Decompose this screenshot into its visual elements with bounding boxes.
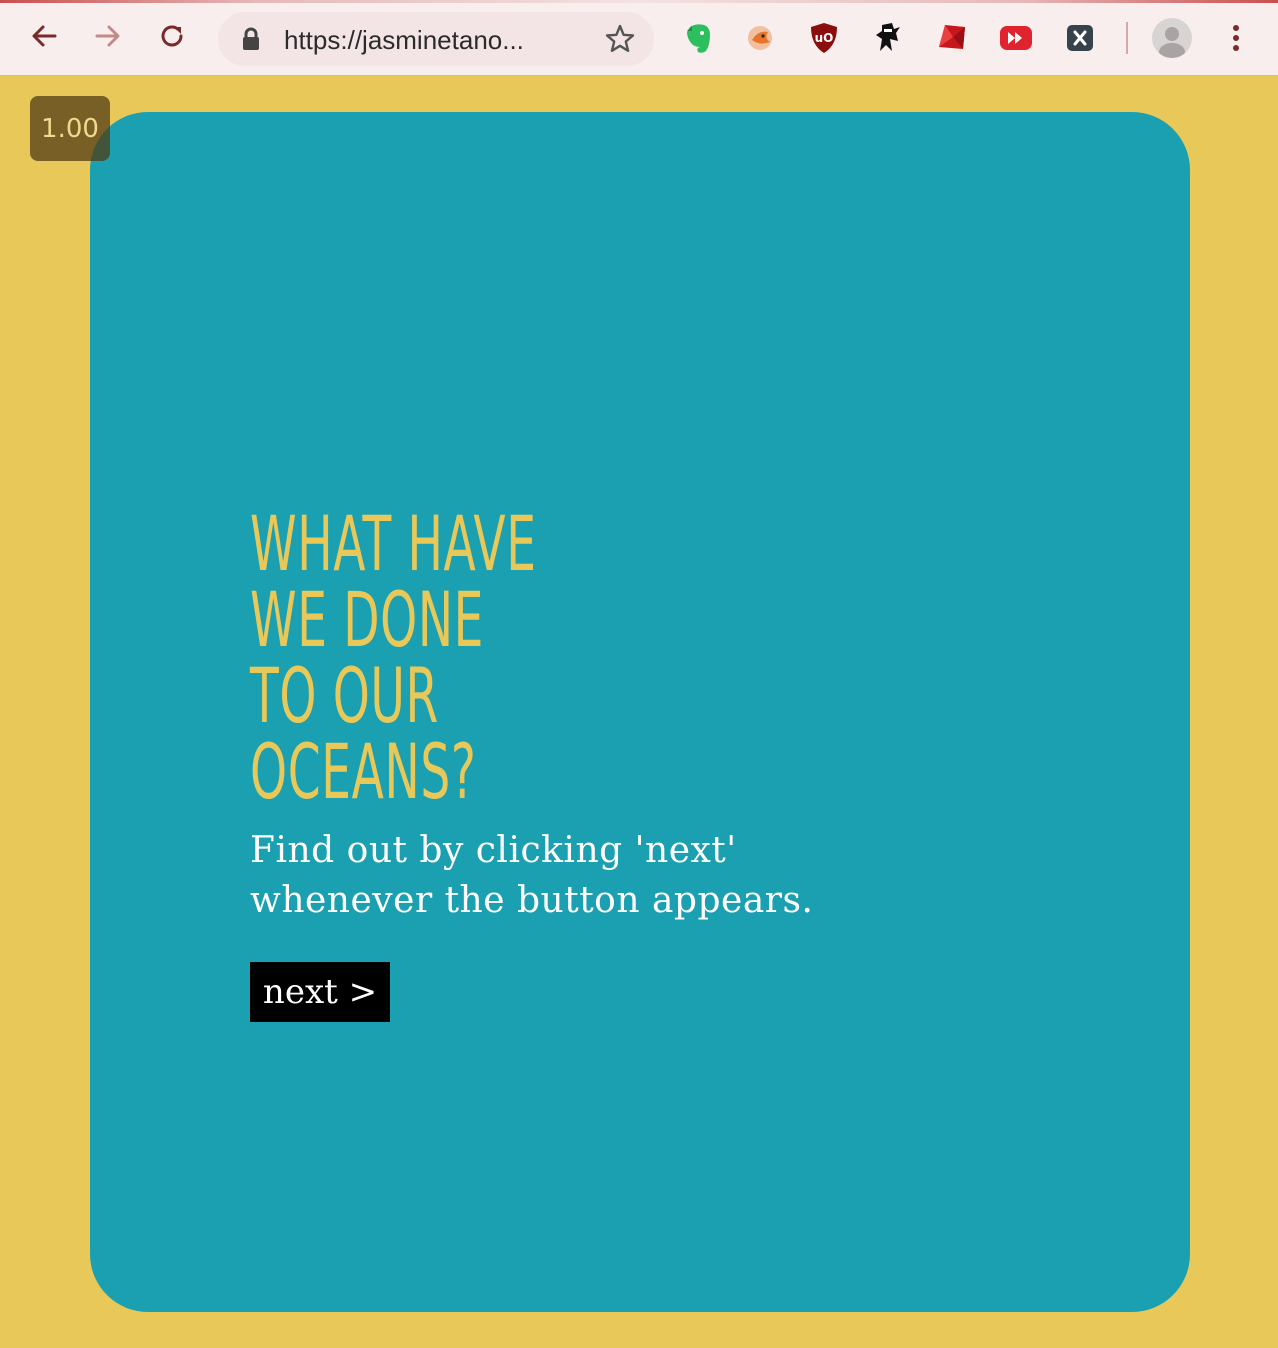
lock-icon [240, 27, 262, 56]
x-square-icon[interactable] [1062, 20, 1098, 56]
profile-avatar[interactable] [1152, 18, 1192, 58]
address-bar[interactable]: https://jasminetano... [218, 12, 654, 66]
forward-button[interactable] [88, 18, 128, 58]
headline-line: WHAT HAVE [250, 499, 537, 588]
reload-button[interactable] [152, 18, 192, 58]
forward-arrow-icon [93, 21, 123, 56]
orange-bird-icon[interactable] [742, 20, 778, 56]
svg-text:uO: uO [815, 31, 834, 45]
instruction-line: Find out by clicking 'next' [250, 830, 737, 871]
bookmark-star-icon[interactable] [604, 23, 636, 60]
ninja-icon[interactable] [870, 20, 906, 56]
kebab-menu-icon[interactable] [1222, 20, 1250, 56]
back-button[interactable] [24, 18, 64, 58]
fast-forward-icon[interactable] [998, 20, 1034, 56]
headline-line: WE DONE [250, 575, 485, 664]
back-arrow-icon [29, 21, 59, 56]
evernote-icon[interactable] [680, 20, 716, 56]
instruction-line: whenever the button appears. [250, 880, 814, 921]
browser-toolbar: https://jasminetano... uO [0, 0, 1278, 76]
reload-icon [157, 21, 187, 56]
headline-line: TO OUR [250, 651, 439, 740]
window-top-accent [0, 0, 1278, 3]
ruby-icon[interactable] [934, 20, 970, 56]
page-headline: WHAT HAVE WE DONE TO OUR OCEANS? [250, 506, 572, 810]
next-button[interactable]: next > [250, 962, 390, 1022]
toolbar-divider [1126, 22, 1128, 54]
instruction-text: Find out by clicking 'next' whenever the… [250, 826, 870, 926]
ublock-origin-icon[interactable]: uO [806, 20, 842, 56]
url-text[interactable]: https://jasminetano... [284, 25, 524, 56]
headline-line: OCEANS? [250, 727, 477, 816]
zoom-level-badge: 1.00 [30, 96, 110, 161]
